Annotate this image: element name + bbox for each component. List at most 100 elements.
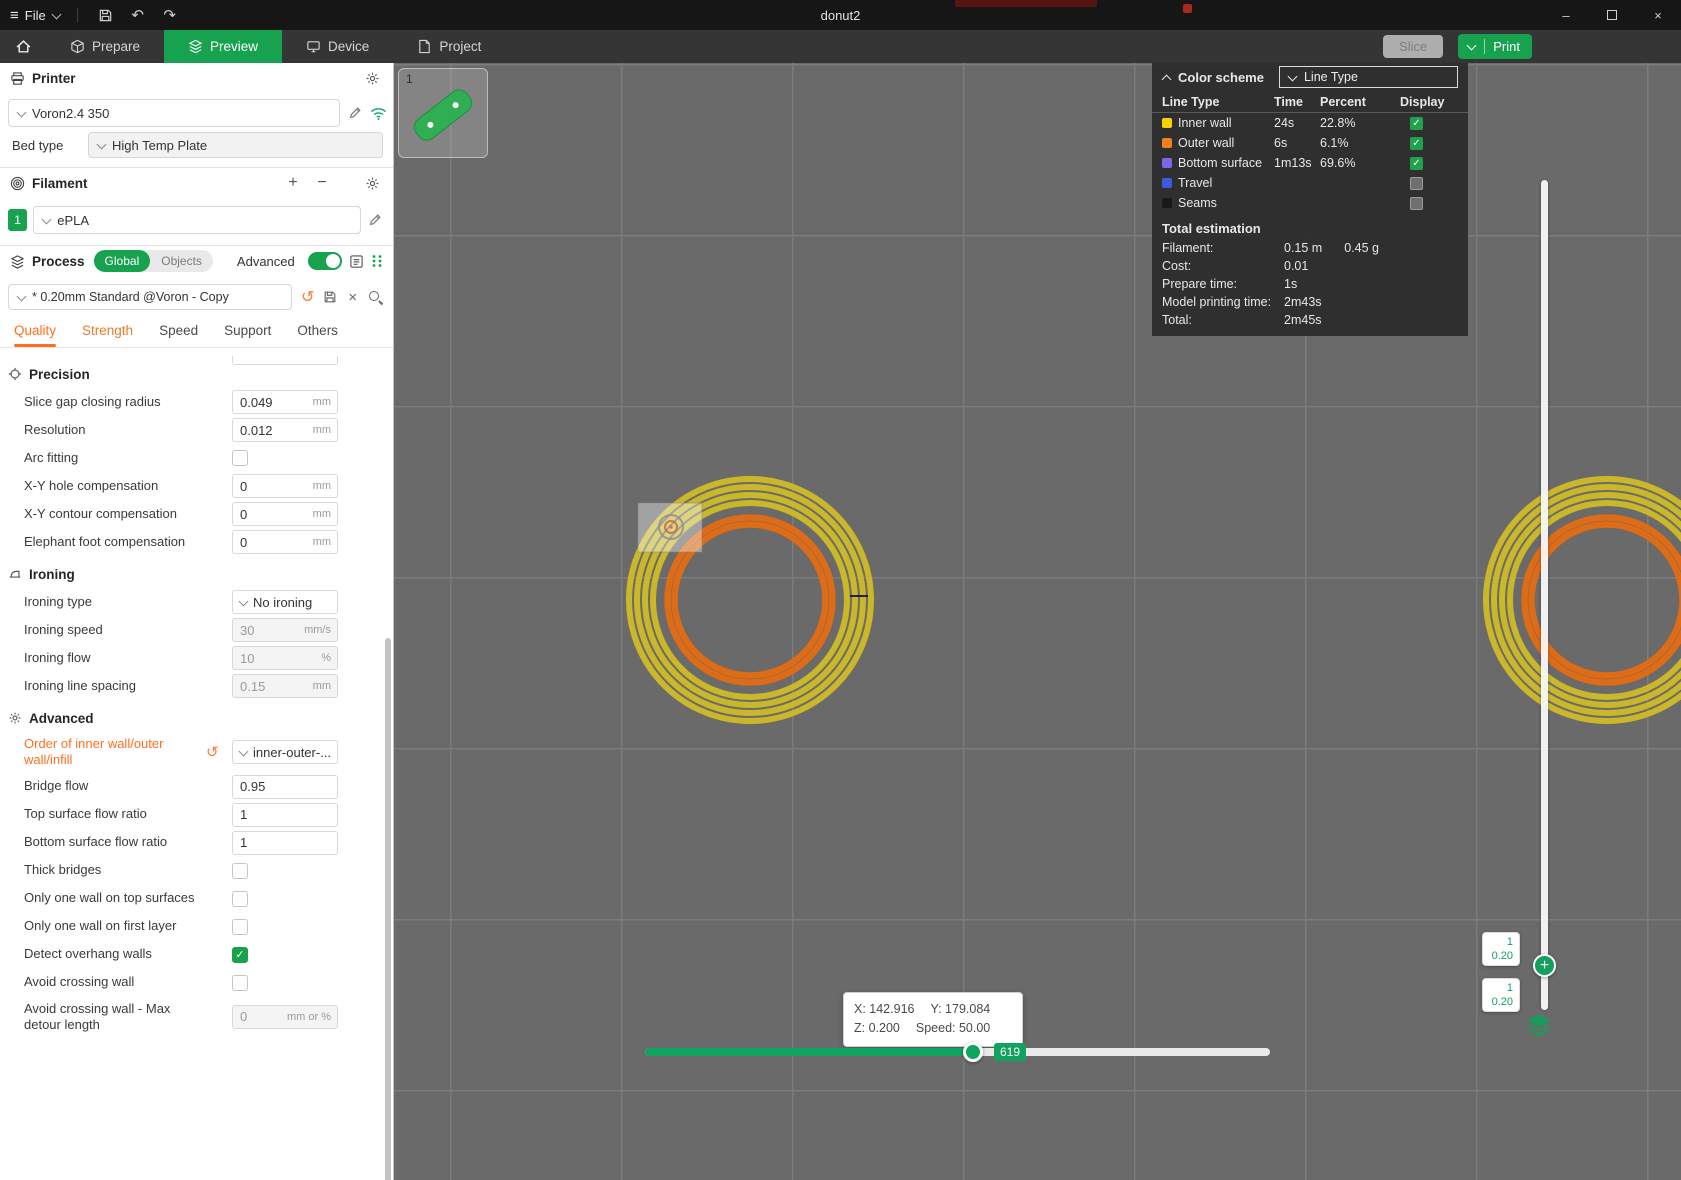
- layers-icon: [1527, 1014, 1551, 1037]
- app-window: ≡ File ↶ ↷ donut2 – × Prepare Preview De…: [0, 0, 1681, 1180]
- gcode-preview-canvas[interactable]: [394, 63, 1681, 1180]
- setting-input[interactable]: 0.95: [232, 774, 338, 799]
- setting-input[interactable]: 0 mm: [232, 502, 338, 526]
- add-filament-button[interactable]: +: [282, 172, 304, 194]
- setting-checkbox[interactable]: [232, 450, 248, 466]
- setting-checkbox[interactable]: [232, 862, 248, 879]
- setting-input[interactable]: 0 mm or %: [232, 1004, 338, 1029]
- tab-prepare[interactable]: Prepare: [46, 30, 164, 63]
- line-type-row: Travel: [1152, 173, 1468, 193]
- color-scheme-select[interactable]: Line Type: [1278, 66, 1458, 88]
- revert-icon[interactable]: ↺: [206, 743, 219, 761]
- display-checkbox[interactable]: ✓: [1410, 156, 1423, 170]
- setting-input[interactable]: 0.012 mm: [232, 418, 338, 442]
- wifi-icon: [370, 107, 387, 120]
- display-checkbox[interactable]: ✓: [1410, 136, 1423, 150]
- setting-select[interactable]: No ironing: [232, 590, 338, 614]
- line-type-percent: 22.8%: [1320, 116, 1356, 130]
- printer-connection-button[interactable]: [370, 104, 387, 122]
- remove-filament-button[interactable]: −: [311, 172, 333, 194]
- save-button[interactable]: [94, 3, 118, 27]
- line-type-table-header: Line Type Time Percent Display: [1152, 91, 1468, 113]
- move-slider-handle[interactable]: [963, 1042, 983, 1062]
- close-button[interactable]: ×: [1635, 0, 1681, 30]
- tab-project[interactable]: Project: [393, 30, 505, 63]
- tab-quality[interactable]: Quality: [14, 323, 57, 347]
- parameter-list-button[interactable]: [349, 250, 364, 272]
- prepare-icon: [71, 39, 84, 54]
- process-scope-objects[interactable]: Objects: [150, 254, 213, 268]
- tab-strength[interactable]: Strength: [82, 323, 133, 347]
- tab-speed[interactable]: Speed: [159, 323, 198, 347]
- tooltip-y: Y: 179.084: [930, 1002, 991, 1016]
- tab-preview[interactable]: Preview: [164, 30, 283, 63]
- display-checkbox[interactable]: [1410, 196, 1423, 210]
- reset-preset-button[interactable]: ↺: [301, 288, 314, 306]
- setting-input[interactable]: 0 mm: [232, 474, 338, 498]
- undo-button[interactable]: ↶: [126, 3, 150, 27]
- setting-checkbox[interactable]: [232, 974, 248, 991]
- edit-filament-button[interactable]: [367, 211, 383, 229]
- plate-thumbnail[interactable]: 1: [398, 68, 488, 158]
- advanced-mode-label: Advanced: [236, 253, 295, 269]
- setting-unit: mm/s: [304, 624, 331, 636]
- setting-input[interactable]: 30 mm/s: [232, 618, 338, 642]
- setting-input[interactable]: 1: [232, 802, 338, 827]
- process-scope-toggle[interactable]: Global Objects: [93, 250, 213, 272]
- edit-printer-button[interactable]: [348, 104, 362, 122]
- minimize-button[interactable]: –: [1543, 0, 1589, 30]
- advanced-mode-toggle[interactable]: [307, 252, 342, 270]
- settings-group-header[interactable]: Ironing: [0, 560, 393, 588]
- maximize-button[interactable]: [1589, 0, 1635, 30]
- move-slider-fill: [645, 1048, 973, 1056]
- preview-viewport[interactable]: 1 Color scheme Line Type Line Type Time …: [394, 63, 1681, 1180]
- layer-slider-handle[interactable]: +: [1533, 954, 1556, 977]
- save-preset-button[interactable]: [323, 288, 337, 306]
- tab-others[interactable]: Others: [297, 323, 338, 347]
- plate-number: 1: [406, 72, 413, 86]
- layers-button[interactable]: [1526, 1012, 1552, 1043]
- bed-type-select[interactable]: High Temp Plate: [88, 132, 383, 158]
- home-button[interactable]: [0, 30, 46, 63]
- slice-button[interactable]: Slice: [1383, 35, 1444, 58]
- file-menu[interactable]: ≡ File: [10, 8, 61, 23]
- process-icon: [10, 254, 25, 269]
- setting-checkbox[interactable]: [232, 918, 248, 935]
- ironing-icon: [8, 567, 22, 581]
- redo-button[interactable]: ↷: [158, 3, 182, 27]
- move-slider[interactable]: 619: [645, 1042, 1270, 1062]
- setting-select[interactable]: inner-outer-...: [232, 740, 338, 765]
- collapse-panel-icon[interactable]: [1162, 73, 1171, 82]
- total-row: Model printing time: 2m43s: [1152, 293, 1468, 311]
- delete-preset-button[interactable]: ×: [346, 288, 359, 306]
- setting-unit: mm: [312, 396, 331, 408]
- filament-select[interactable]: ePLA: [33, 206, 362, 234]
- display-checkbox[interactable]: ✓: [1410, 116, 1423, 130]
- line-type-name: Travel: [1178, 176, 1213, 190]
- print-button[interactable]: Print: [1458, 34, 1532, 59]
- filament-settings-button[interactable]: [361, 172, 383, 194]
- setting-checkbox[interactable]: [232, 890, 248, 907]
- printer-select[interactable]: Voron2.4 350: [8, 99, 340, 127]
- search-settings-button[interactable]: [368, 288, 383, 306]
- tab-support[interactable]: Support: [224, 323, 271, 347]
- process-scope-global[interactable]: Global: [93, 250, 151, 272]
- setting-input[interactable]: 0.15 mm: [232, 674, 338, 698]
- settings-group-header[interactable]: Advanced: [0, 704, 393, 732]
- filament-slot-badge[interactable]: 1: [8, 209, 28, 231]
- process-preset-select[interactable]: * 0.20mm Standard @Voron - Copy: [8, 284, 292, 310]
- setting-input[interactable]: 0.049 mm: [232, 390, 338, 414]
- settings-scrollbar[interactable]: [385, 638, 391, 1180]
- tab-device[interactable]: Device: [282, 30, 393, 63]
- process-preset-name: * 0.20mm Standard @Voron - Copy: [32, 290, 229, 304]
- setting-input[interactable]: 0 mm: [232, 530, 338, 554]
- parameter-table-button[interactable]: [371, 250, 383, 272]
- setting-unit: %: [321, 652, 331, 664]
- setting-input[interactable]: 10%: [232, 646, 338, 670]
- setting-checkbox[interactable]: ✓: [232, 946, 248, 963]
- settings-group-header[interactable]: Precision: [0, 360, 393, 388]
- printer-settings-button[interactable]: [361, 67, 383, 89]
- display-checkbox[interactable]: [1410, 176, 1423, 190]
- layer-slider-track[interactable]: [1541, 180, 1548, 1010]
- setting-input[interactable]: 1: [232, 830, 338, 855]
